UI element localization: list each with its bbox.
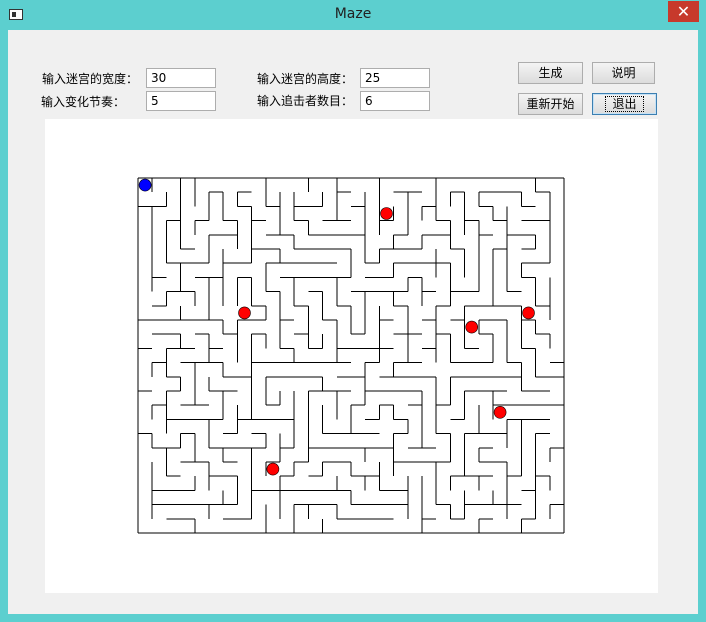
client-area: 输入迷宫的宽度： 30 输入迷宫的高度： 25 输入变化节奏： 5 输入追击者数… [8, 30, 698, 614]
help-button[interactable]: 说明 [592, 62, 655, 84]
chaser-marker [493, 405, 507, 419]
height-input[interactable]: 25 [360, 68, 430, 88]
exit-button-label: 退出 [605, 96, 644, 112]
height-label: 输入迷宫的高度： [257, 72, 354, 86]
player-marker [138, 178, 152, 192]
chaser-marker [238, 306, 251, 320]
rhythm-label: 输入变化节奏： [41, 95, 126, 109]
chaser-marker [380, 207, 393, 220]
close-button[interactable]: ✕ [668, 1, 699, 22]
chaser-marker [266, 462, 280, 476]
restart-button[interactable]: 重新开始 [518, 93, 583, 115]
chaser-marker [522, 306, 535, 320]
rhythm-input[interactable]: 5 [146, 91, 216, 111]
app-window: Maze ✕ 输入迷宫的宽度： 30 输入迷宫的高度： 25 输入变化节奏： 5… [0, 0, 706, 622]
maze-canvas[interactable] [45, 119, 658, 593]
exit-button[interactable]: 退出 [592, 93, 657, 115]
chasers-label: 输入追击者数目： [257, 94, 354, 108]
width-label: 输入迷宫的宽度： [42, 72, 139, 86]
window-title: Maze [334, 6, 372, 22]
width-input[interactable]: 30 [146, 68, 216, 88]
generate-button[interactable]: 生成 [518, 62, 583, 84]
maze-board[interactable] [45, 119, 658, 593]
title-bar[interactable]: Maze ✕ [0, 0, 706, 30]
chaser-marker [465, 320, 479, 334]
chasers-input[interactable]: 6 [360, 91, 430, 111]
